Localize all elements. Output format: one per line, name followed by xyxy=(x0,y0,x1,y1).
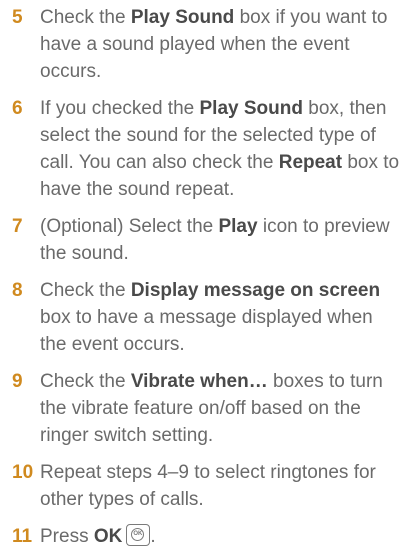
ui-term: Play Sound xyxy=(199,98,303,119)
step-number: 9 xyxy=(12,371,23,392)
step-9: 9 Check the Vibrate when… boxes to turn … xyxy=(12,368,403,449)
step-text: Check the Vibrate when… boxes to turn th… xyxy=(40,371,383,446)
step-text: Check the Play Sound box if you want to … xyxy=(40,7,388,82)
ui-term: Display message on screen xyxy=(130,280,381,301)
step-11: 11 Press OK OK. xyxy=(12,523,403,550)
step-text: If you checked the Play Sound box, then … xyxy=(40,98,400,200)
ui-term: Play Sound xyxy=(130,7,235,28)
step-text: Press OK OK. xyxy=(40,524,156,547)
step-number: 6 xyxy=(12,98,23,119)
ui-term: Repeat xyxy=(278,152,343,173)
step-number: 11 xyxy=(12,526,33,547)
step-7: 7 (Optional) Select the Play icon to pre… xyxy=(12,213,403,267)
step-8: 8 Check the Display message on screen bo… xyxy=(12,277,403,358)
step-6: 6 If you checked the Play Sound box, the… xyxy=(12,95,403,203)
step-number: 5 xyxy=(12,7,23,28)
step-number: 8 xyxy=(12,280,23,301)
step-5: 5 Check the Play Sound box if you want t… xyxy=(12,4,403,85)
step-text: (Optional) Select the Play icon to previ… xyxy=(40,216,390,264)
ui-term: Play xyxy=(218,216,258,237)
ok-key-icon: OK xyxy=(126,524,151,546)
step-number: 10 xyxy=(12,462,34,483)
ui-term: OK xyxy=(93,526,123,547)
instruction-list: 5 Check the Play Sound box if you want t… xyxy=(0,0,411,547)
step-10: 10 Repeat steps 4–9 to select ringtones … xyxy=(12,459,403,513)
step-number: 7 xyxy=(12,216,23,237)
step-text: Repeat steps 4–9 to select ringtones for… xyxy=(40,462,376,510)
ui-term: Vibrate when… xyxy=(130,371,268,392)
step-text: Check the Display message on screen box … xyxy=(40,280,381,355)
